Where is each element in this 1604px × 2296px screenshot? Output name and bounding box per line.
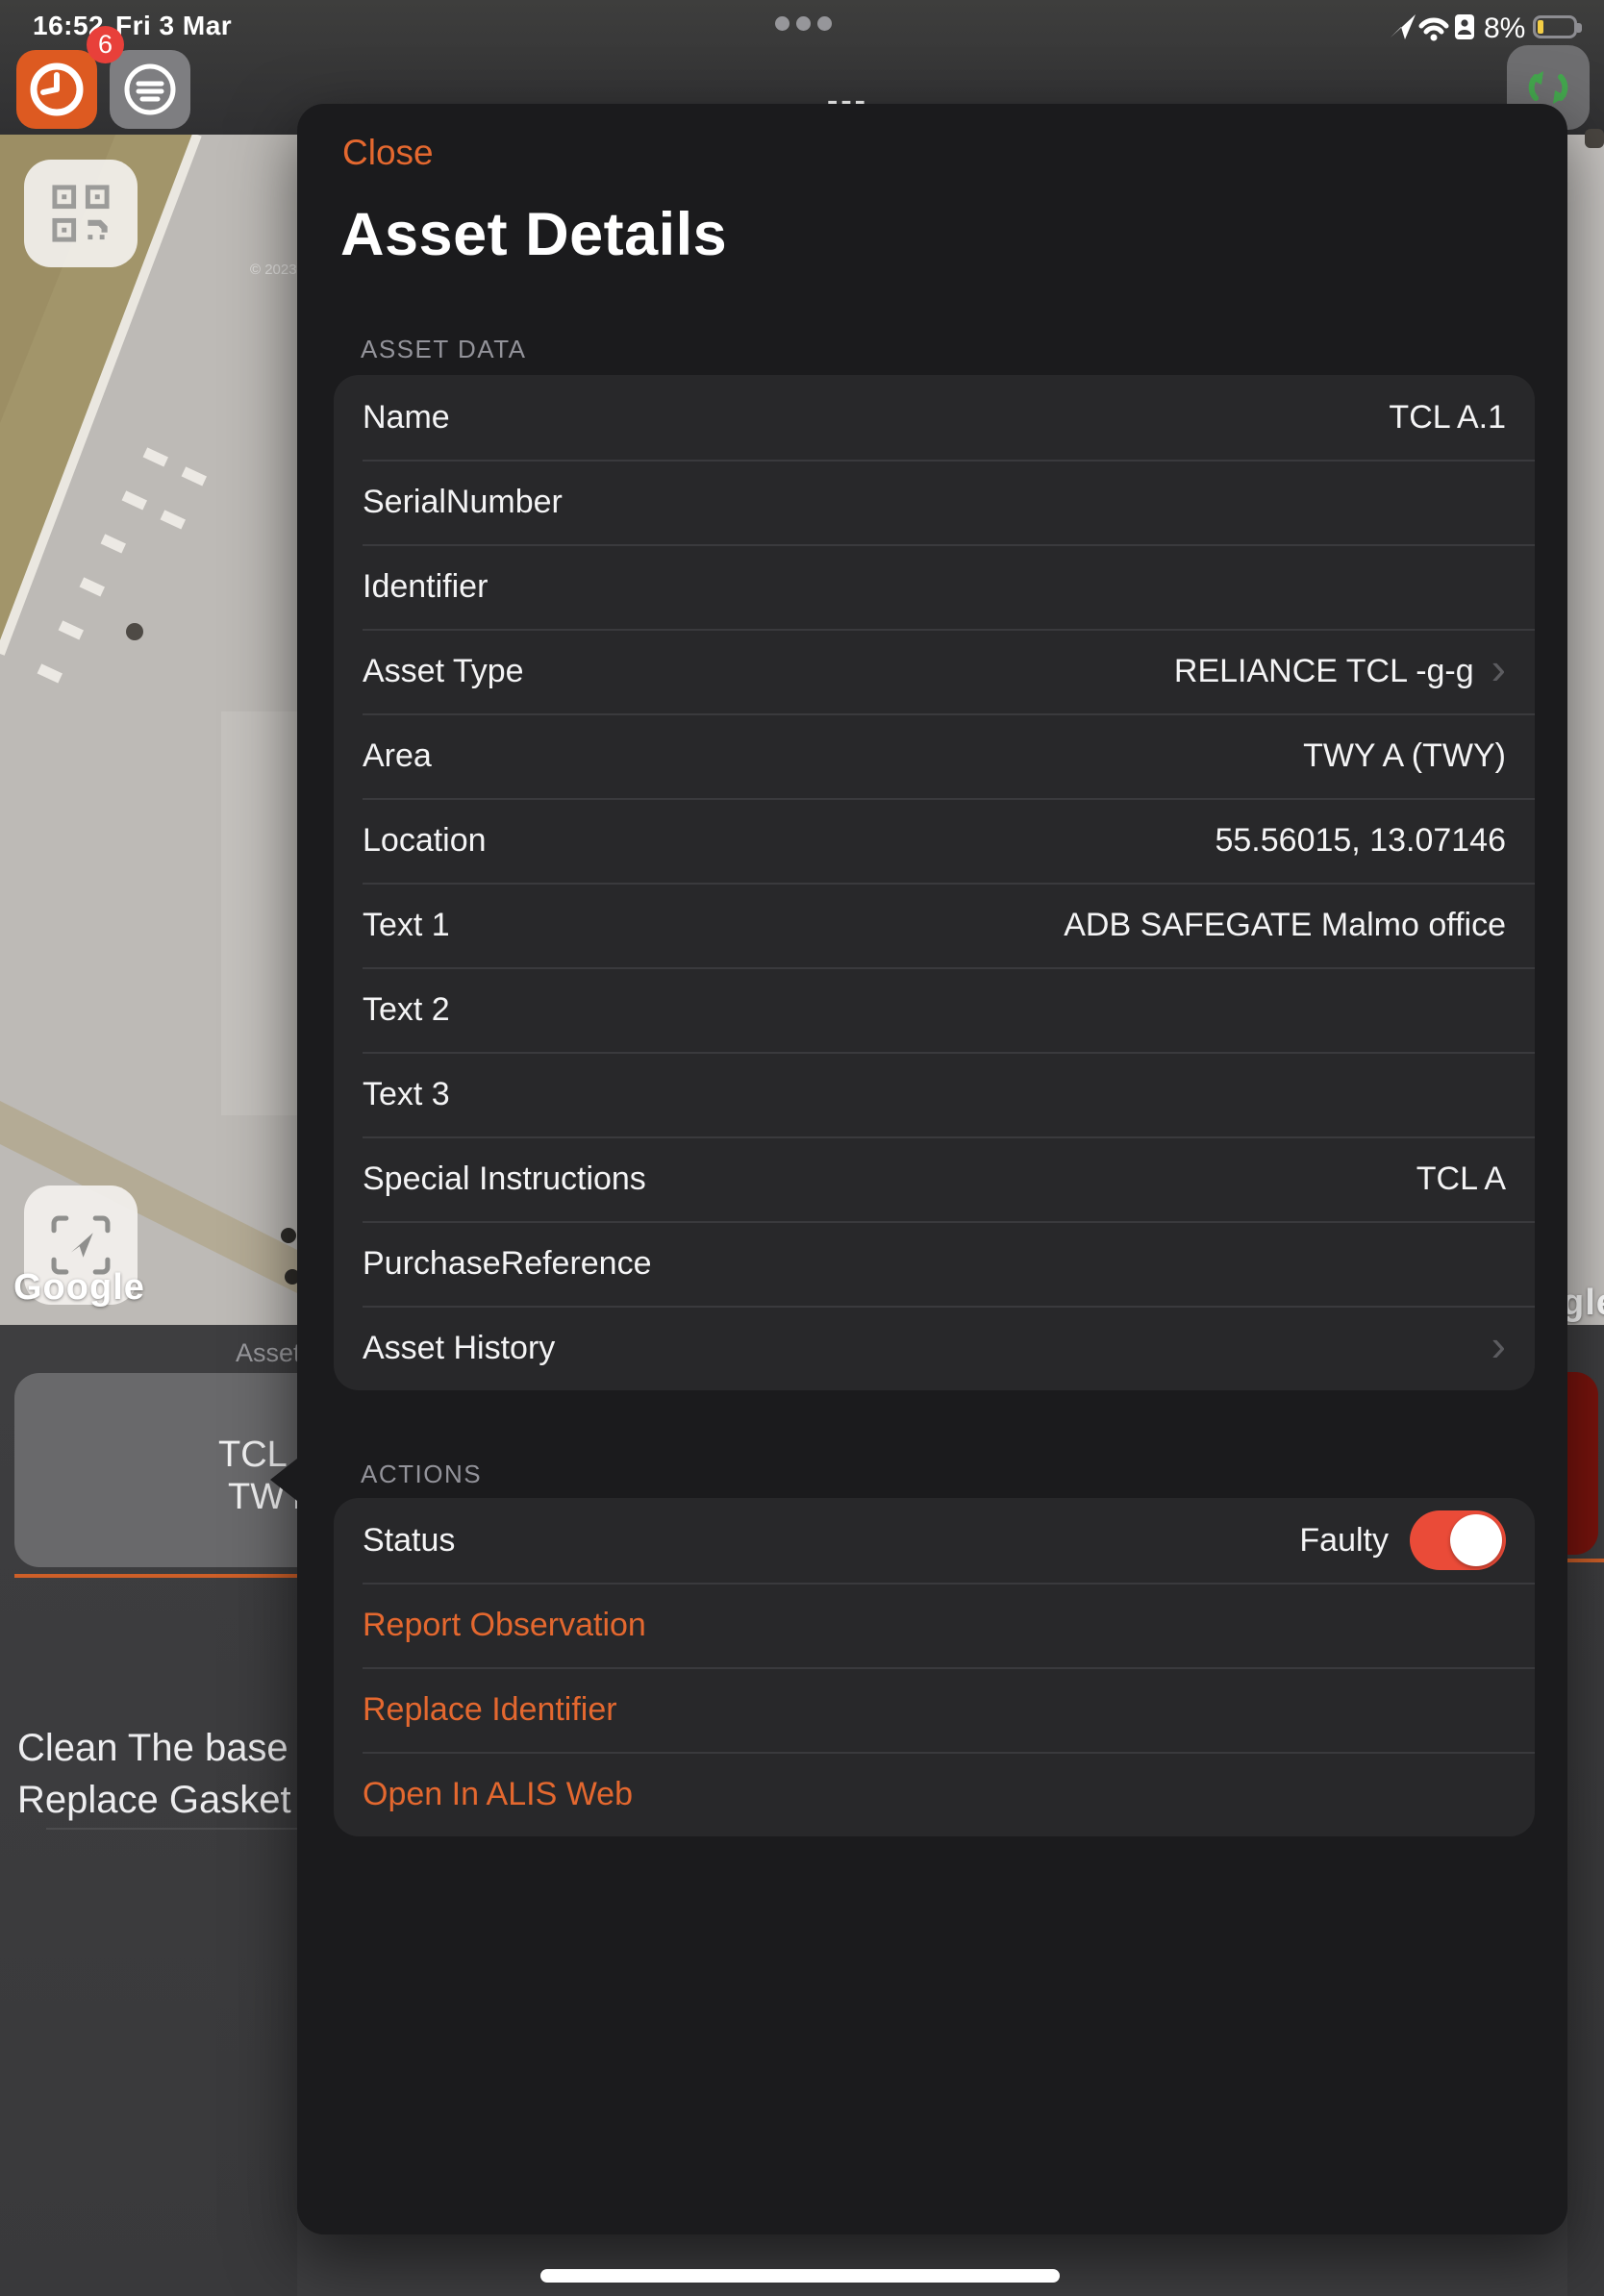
multitasking-indicator[interactable] bbox=[775, 16, 832, 31]
assets-panel-title: Asset bbox=[236, 1338, 301, 1368]
qr-code-icon bbox=[50, 183, 112, 244]
map-copyright: © 2023 bbox=[250, 262, 297, 278]
report-observation-button[interactable]: Report Observation bbox=[334, 1583, 1535, 1667]
row-value: RELIANCE TCL -g-g bbox=[524, 653, 1474, 690]
battery-percent: 8% bbox=[1484, 12, 1525, 45]
row-label: Special Instructions bbox=[363, 1160, 646, 1198]
open-in-alis-web-button[interactable]: Open In ALIS Web bbox=[334, 1752, 1535, 1836]
row-status: Status Faulty bbox=[334, 1498, 1535, 1583]
home-indicator[interactable] bbox=[540, 2269, 1060, 2283]
section-label-actions: ACTIONS bbox=[361, 1460, 482, 1489]
row-label: Text 1 bbox=[363, 907, 450, 944]
filter-icon bbox=[121, 61, 179, 118]
row-label: Asset History bbox=[363, 1330, 555, 1367]
wifi-icon bbox=[1421, 20, 1446, 26]
row-label: Name bbox=[363, 399, 450, 437]
row-value: 55.56015, 13.07146 bbox=[487, 822, 1506, 860]
satellite-map[interactable] bbox=[0, 135, 297, 1325]
callout-arrow bbox=[270, 1459, 297, 1501]
row-location: Location 55.56015, 13.07146 bbox=[334, 798, 1535, 883]
asset-data-card: Name TCL A.1 SerialNumber Identifier Ass… bbox=[334, 375, 1535, 1390]
row-special-instructions: Special Instructions TCL A bbox=[334, 1136, 1535, 1221]
id-badge-icon bbox=[1455, 14, 1474, 39]
row-asset-type[interactable]: Asset Type RELIANCE TCL -g-g › bbox=[334, 629, 1535, 713]
status-date: Fri 3 Mar bbox=[115, 11, 232, 41]
screen: 16:52 Fri 3 Mar --- 8% 6 bbox=[0, 0, 1604, 2296]
filter-button[interactable] bbox=[110, 50, 190, 129]
row-area: Area TWY A (TWY) bbox=[334, 713, 1535, 798]
satellite-map-right[interactable] bbox=[1567, 135, 1604, 1325]
row-text3: Text 3 bbox=[334, 1052, 1535, 1136]
asset-details-modal: Close Asset Details ASSET DATA Name TCL … bbox=[297, 104, 1567, 2234]
section-label-asset-data: ASSET DATA bbox=[361, 335, 527, 364]
status-toggle[interactable] bbox=[1410, 1510, 1506, 1570]
action-label: Open In ALIS Web bbox=[363, 1776, 633, 1813]
row-value: TWY A (TWY) bbox=[432, 737, 1506, 775]
row-asset-history[interactable]: Asset History › bbox=[334, 1306, 1535, 1390]
divider bbox=[46, 1828, 297, 1830]
row-text2: Text 2 bbox=[334, 967, 1535, 1052]
row-value: TCL A.1 bbox=[450, 399, 1506, 437]
row-serialnumber: SerialNumber bbox=[334, 460, 1535, 544]
location-arrow-icon bbox=[1391, 14, 1416, 39]
row-label: Text 2 bbox=[363, 991, 450, 1029]
qr-scan-button[interactable] bbox=[24, 160, 138, 267]
row-label: PurchaseReference bbox=[363, 1245, 652, 1283]
status-value: Faulty bbox=[455, 1522, 1389, 1560]
google-logo: Google bbox=[13, 1267, 145, 1309]
toggle-knob bbox=[1450, 1514, 1502, 1566]
row-purchasereference: PurchaseReference bbox=[334, 1221, 1535, 1306]
row-label: Asset Type bbox=[363, 653, 524, 690]
row-value: TCL A bbox=[646, 1160, 1506, 1198]
row-label: Location bbox=[363, 822, 487, 860]
task-note: Clean The base bbox=[17, 1727, 288, 1770]
battery-icon bbox=[1533, 15, 1577, 38]
chevron-right-icon: › bbox=[1491, 646, 1506, 690]
row-identifier: Identifier bbox=[334, 544, 1535, 629]
warning-underline bbox=[1567, 1559, 1604, 1562]
row-label: SerialNumber bbox=[363, 484, 563, 521]
notification-badge: 6 bbox=[87, 26, 124, 63]
row-label: Text 3 bbox=[363, 1076, 450, 1113]
replace-identifier-button[interactable]: Replace Identifier bbox=[334, 1667, 1535, 1752]
history-clock-button[interactable] bbox=[16, 50, 97, 129]
action-label: Replace Identifier bbox=[363, 1691, 617, 1729]
warning-underline bbox=[14, 1574, 297, 1578]
map-feature-dot bbox=[281, 1228, 296, 1243]
modal-title: Asset Details bbox=[340, 200, 727, 269]
row-label: Area bbox=[363, 737, 432, 775]
close-button[interactable]: Close bbox=[342, 133, 434, 173]
action-label: Report Observation bbox=[363, 1607, 646, 1644]
row-text1: Text 1 ADB SAFEGATE Malmo office bbox=[334, 883, 1535, 967]
actions-card: Status Faulty Report Observation Replace… bbox=[334, 1498, 1535, 1836]
row-value: ADB SAFEGATE Malmo office bbox=[450, 907, 1506, 944]
row-label: Identifier bbox=[363, 568, 488, 606]
row-label: Status bbox=[363, 1522, 455, 1560]
status-icons bbox=[1388, 12, 1484, 42]
clock-icon bbox=[27, 60, 87, 119]
task-note: Replace Gasket bbox=[17, 1779, 291, 1822]
row-name: Name TCL A.1 bbox=[334, 375, 1535, 460]
google-logo-partial: gle bbox=[1562, 1283, 1604, 1324]
chevron-right-icon: › bbox=[1491, 1323, 1506, 1367]
